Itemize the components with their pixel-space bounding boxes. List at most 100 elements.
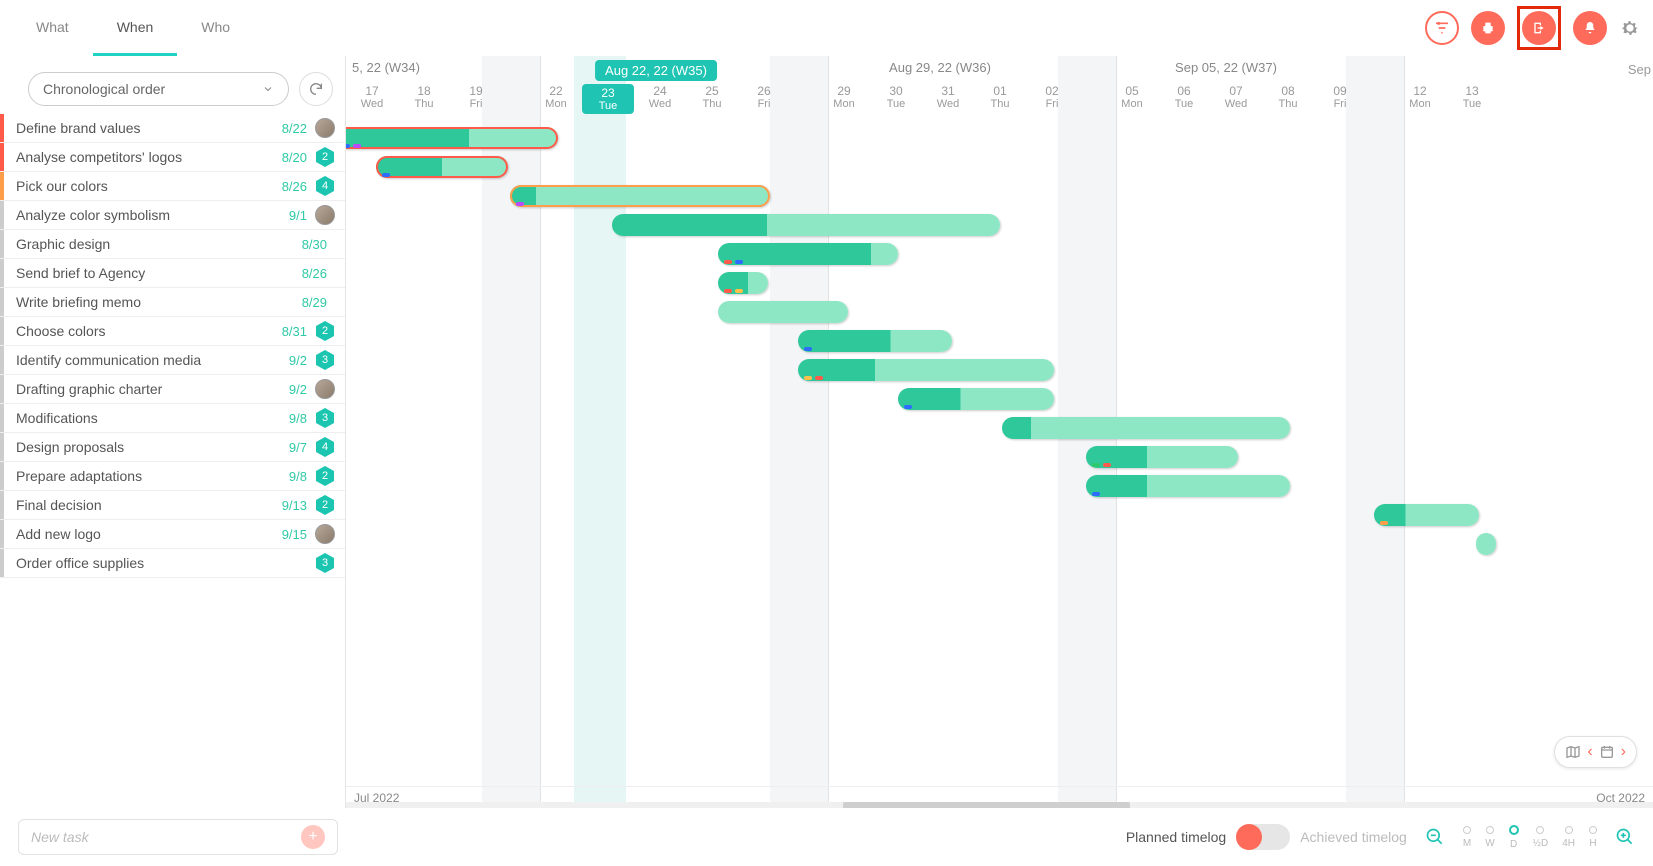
task-list: Define brand values8/22Analyse competito… (0, 114, 345, 808)
task-row[interactable]: Design proposals9/74 (0, 433, 345, 462)
export-highlight (1517, 6, 1561, 50)
avatar (315, 118, 335, 138)
add-task-button[interactable]: + (301, 825, 325, 849)
print-button[interactable] (1471, 11, 1505, 45)
tag-chip (1092, 463, 1100, 467)
export-button[interactable] (1522, 11, 1556, 45)
gantt-bar[interactable] (1476, 533, 1496, 555)
avatar (315, 205, 335, 225)
task-name: Modifications (4, 410, 289, 426)
gantt-bar[interactable] (898, 388, 1054, 410)
nav-next[interactable]: › (1621, 743, 1626, 761)
toggle-right-label: Achieved timelog (1300, 829, 1407, 845)
mini-nav: ‹ › (1554, 736, 1637, 768)
day-column[interactable]: 02Fri (1026, 84, 1078, 110)
map-icon[interactable] (1565, 744, 1581, 760)
new-task-input[interactable]: New task + (18, 819, 338, 855)
task-row[interactable]: Modifications9/83 (0, 404, 345, 433)
tag-chip (382, 173, 390, 177)
task-row[interactable]: Prepare adaptations9/82 (0, 462, 345, 491)
task-row[interactable]: Send brief to Agency8/26 (0, 259, 345, 288)
task-row[interactable]: Final decision9/132 (0, 491, 345, 520)
zoom-tick-H[interactable]: H (1589, 826, 1597, 849)
day-column[interactable]: 06Tue (1158, 84, 1210, 110)
gantt-bar[interactable] (798, 359, 1054, 381)
today-band (574, 56, 626, 808)
gantt-bar[interactable] (612, 214, 1000, 236)
day-column[interactable]: 24Wed (634, 84, 686, 110)
zoom-tick-½D[interactable]: ½D (1533, 826, 1549, 849)
zoom-tick-M[interactable]: M (1463, 826, 1471, 849)
task-row[interactable]: Identify communication media9/23 (0, 346, 345, 375)
gantt-bar[interactable] (718, 243, 898, 265)
zoom-tick-4H[interactable]: 4H (1562, 826, 1575, 849)
gantt-bar[interactable] (1086, 475, 1290, 497)
task-name: Final decision (4, 497, 282, 513)
gantt-bar[interactable] (510, 185, 770, 207)
task-row[interactable]: Graphic design8/30 (0, 230, 345, 259)
task-row[interactable]: Analyse competitors' logos8/202 (0, 143, 345, 172)
bar-tags (724, 289, 743, 293)
day-column[interactable]: 18Thu (398, 84, 450, 110)
nav-prev[interactable]: ‹ (1587, 743, 1592, 761)
task-row[interactable]: Define brand values8/22 (0, 114, 345, 143)
task-date: 8/26 (282, 179, 315, 194)
day-column[interactable]: 23Tue (582, 84, 634, 114)
calendar-icon[interactable] (1599, 744, 1615, 760)
notifications-button[interactable] (1573, 11, 1607, 45)
task-row[interactable]: Order office supplies3 (0, 549, 345, 578)
zoom-out-button[interactable] (1425, 827, 1445, 847)
day-column[interactable]: 31Wed (922, 84, 974, 110)
zoom-tick-D[interactable]: D (1509, 825, 1519, 850)
day-column[interactable]: 22Mon (530, 84, 582, 110)
gantt-bar[interactable] (718, 301, 848, 323)
day-column[interactable]: 05Mon (1106, 84, 1158, 110)
gantt-bar[interactable] (376, 156, 508, 178)
day-column[interactable]: 13Tue (1446, 84, 1498, 110)
scroll-thumb[interactable] (843, 802, 1131, 808)
timelog-toggle[interactable] (1236, 824, 1290, 850)
day-column[interactable]: 30Tue (870, 84, 922, 110)
day-column[interactable]: 29Mon (818, 84, 870, 110)
day-column[interactable]: 01Thu (974, 84, 1026, 110)
gantt-bar[interactable] (718, 272, 768, 294)
gantt-bar[interactable] (798, 330, 952, 352)
task-row[interactable]: Choose colors8/312 (0, 317, 345, 346)
task-row[interactable]: Write briefing memo8/29 (0, 288, 345, 317)
gantt-bar[interactable] (1086, 446, 1238, 468)
tag-chip (1103, 463, 1111, 467)
gantt-bar[interactable] (1374, 504, 1479, 526)
sort-dropdown[interactable]: Chronological order (28, 72, 289, 106)
gantt-bar[interactable] (1002, 417, 1290, 439)
tab-when[interactable]: When (93, 1, 178, 56)
day-column[interactable]: 26Fri (738, 84, 790, 110)
day-column[interactable]: 09Fri (1314, 84, 1366, 110)
day-column[interactable]: 07Wed (1210, 84, 1262, 110)
gantt-chart[interactable]: 5, 22 (W34)Aug 22, 22 (W35)Aug 29, 22 (W… (346, 56, 1653, 808)
zoom-in-button[interactable] (1615, 827, 1635, 847)
day-column[interactable]: 12Mon (1394, 84, 1446, 110)
day-column[interactable]: 17Wed (346, 84, 398, 110)
day-column[interactable]: 25Thu (686, 84, 738, 110)
day-column[interactable]: 19Fri (450, 84, 502, 110)
gantt-scrollbar[interactable] (346, 802, 1653, 808)
refresh-button[interactable] (299, 72, 333, 106)
task-name: Send brief to Agency (4, 265, 302, 281)
zoom-label: M (1463, 838, 1471, 849)
day-column[interactable]: 08Thu (1262, 84, 1314, 110)
settings-button[interactable] (1619, 17, 1641, 39)
task-badge: 3 (315, 350, 335, 370)
filter-button[interactable] (1425, 11, 1459, 45)
tab-who[interactable]: Who (177, 1, 254, 56)
task-row[interactable]: Analyze color symbolism9/1 (0, 201, 345, 230)
zoom-tick-W[interactable]: W (1485, 826, 1494, 849)
gantt-bar[interactable] (346, 127, 558, 149)
zoom-dot (1509, 825, 1519, 835)
task-row[interactable]: Drafting graphic charter9/2 (0, 375, 345, 404)
zoom-label: ½D (1533, 838, 1549, 849)
task-row[interactable]: Add new logo9/15 (0, 520, 345, 549)
tab-what[interactable]: What (12, 1, 93, 56)
export-icon (1531, 20, 1547, 36)
task-row[interactable]: Pick our colors8/264 (0, 172, 345, 201)
tag-chip (735, 289, 743, 293)
